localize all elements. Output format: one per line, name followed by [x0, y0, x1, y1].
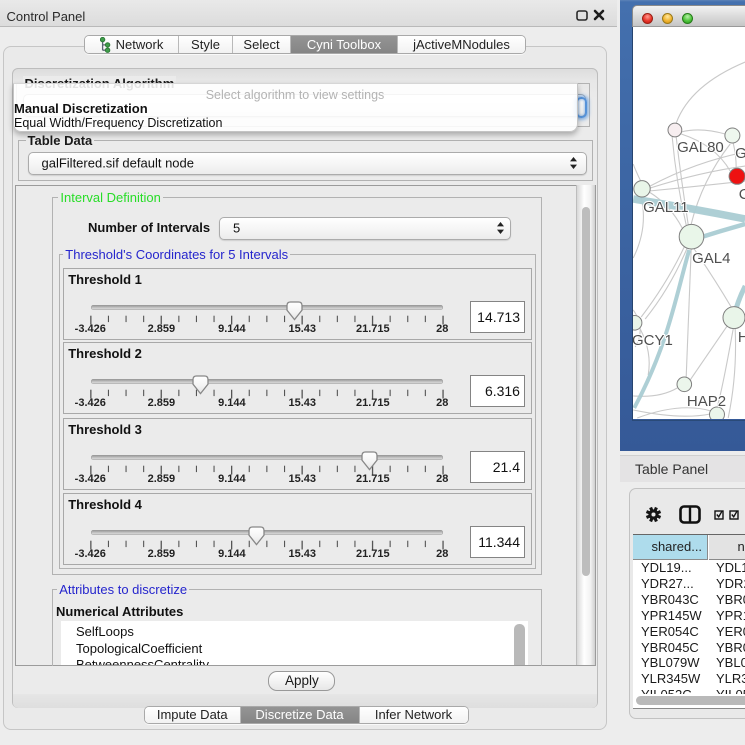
- svg-text:GCY1: GCY1: [633, 332, 673, 349]
- svg-text:GA: GA: [735, 145, 745, 162]
- svg-text:GAL11: GAL11: [643, 199, 689, 216]
- svg-text:GAL4: GAL4: [692, 250, 730, 267]
- svg-text:H: H: [738, 329, 745, 346]
- svg-text:GAL80: GAL80: [677, 139, 724, 156]
- svg-text:C: C: [739, 186, 745, 203]
- svg-text:HAP2: HAP2: [687, 393, 726, 410]
